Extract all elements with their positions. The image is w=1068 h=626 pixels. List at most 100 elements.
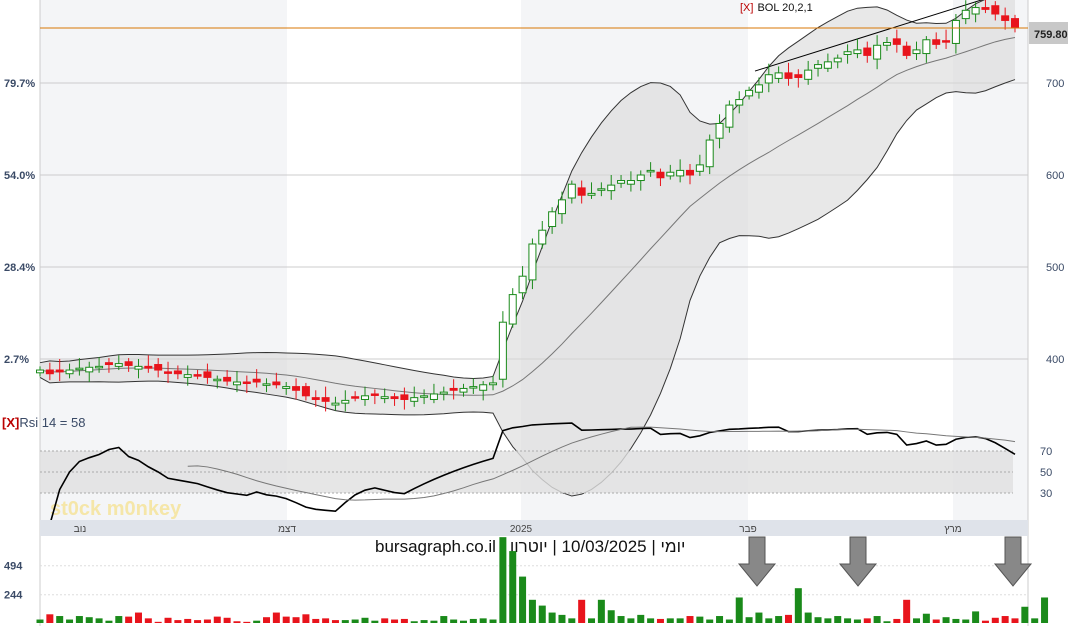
candle-body bbox=[863, 47, 872, 56]
candle-body bbox=[942, 40, 951, 43]
candle-body bbox=[154, 364, 163, 371]
candle-body bbox=[676, 169, 685, 177]
volume-bar bbox=[292, 617, 300, 623]
chart-svg: 400 2.7% 500 28.4% 600 54.0% 700 79.7% 30 50 70 244… bbox=[2, 0, 1068, 626]
candle-body bbox=[420, 395, 429, 398]
volume-bar bbox=[873, 616, 881, 623]
volume-bar bbox=[450, 619, 458, 623]
candle-body bbox=[804, 69, 813, 80]
volume-bar bbox=[656, 618, 664, 623]
volume-bar bbox=[46, 614, 54, 623]
volume-bar bbox=[253, 620, 261, 623]
volume-bar bbox=[125, 616, 133, 623]
volume-bar bbox=[341, 620, 349, 623]
rsi-tick: 30 bbox=[1040, 488, 1052, 500]
candle-body bbox=[528, 243, 537, 281]
candle-body bbox=[626, 180, 635, 185]
candle-body bbox=[232, 381, 241, 386]
volume-bar bbox=[775, 616, 783, 623]
volume-bar bbox=[499, 537, 507, 623]
volume-bar bbox=[686, 616, 694, 623]
candle-body bbox=[1001, 15, 1010, 21]
volume-bar bbox=[56, 616, 64, 623]
volume-bar bbox=[824, 618, 832, 623]
arrow-down-icon bbox=[838, 536, 878, 587]
candle-body bbox=[341, 399, 350, 404]
candle-body bbox=[981, 7, 990, 10]
volume-bar bbox=[233, 621, 241, 623]
candle-body bbox=[735, 99, 744, 106]
volume-bar bbox=[716, 616, 724, 623]
volume-bar bbox=[814, 617, 822, 623]
volume-bar bbox=[66, 619, 74, 623]
volume-bar bbox=[844, 618, 852, 623]
month-label: נוב bbox=[74, 524, 87, 535]
volume-bar bbox=[1021, 606, 1029, 623]
volume-bar bbox=[282, 616, 290, 623]
month-label: פבר bbox=[739, 524, 756, 535]
bol-label[interactable]: [X] BOL 20,2,1 bbox=[740, 2, 813, 14]
volume-tick: 494 bbox=[4, 561, 23, 573]
candle-body bbox=[272, 381, 281, 386]
candle-body bbox=[292, 386, 301, 391]
candle-body bbox=[213, 378, 222, 382]
candle-body bbox=[173, 370, 182, 375]
candle-body bbox=[774, 72, 783, 79]
candle-body bbox=[469, 386, 478, 389]
volume-bar bbox=[558, 614, 566, 623]
candle-body bbox=[951, 19, 960, 44]
candle-body bbox=[489, 382, 498, 386]
time-axis bbox=[40, 520, 1028, 536]
volume-bar bbox=[213, 616, 221, 623]
volume-bar bbox=[863, 618, 871, 623]
candle-body bbox=[410, 397, 419, 402]
volume-bar bbox=[804, 612, 812, 623]
volume-bar bbox=[676, 618, 684, 623]
volume-bar bbox=[509, 551, 517, 623]
volume-bar bbox=[75, 616, 83, 623]
candle-body bbox=[144, 365, 153, 369]
candle-body bbox=[36, 369, 44, 374]
volume-bar bbox=[765, 618, 773, 623]
candle-body bbox=[617, 180, 626, 184]
candle-body bbox=[548, 211, 557, 228]
candle-body bbox=[715, 122, 724, 139]
volume-bar bbox=[725, 619, 733, 623]
candle-body bbox=[351, 396, 360, 399]
volume-bar bbox=[913, 618, 921, 623]
footer-text: יומי | 10/03/2025 | יוטרון | bursagraph.… bbox=[375, 537, 685, 556]
candle-body bbox=[814, 64, 823, 69]
candle-body bbox=[331, 402, 340, 406]
volume-bar bbox=[784, 614, 792, 623]
month-label: 2025 bbox=[510, 524, 533, 535]
volume-bar bbox=[184, 618, 192, 623]
candle-body bbox=[666, 171, 675, 177]
volume-bar bbox=[568, 618, 576, 623]
candle-body bbox=[695, 164, 704, 172]
volume-bar bbox=[223, 617, 231, 623]
candle-body bbox=[971, 7, 980, 15]
candle-body bbox=[361, 395, 369, 400]
volume-bar bbox=[962, 619, 970, 623]
rsi-label[interactable]: [X]Rsi 14 = 58 bbox=[2, 415, 85, 430]
volume-bar bbox=[440, 616, 448, 623]
candle-body bbox=[853, 49, 862, 55]
candle-body bbox=[882, 42, 891, 46]
volume-bar bbox=[430, 620, 438, 623]
candle-body bbox=[390, 396, 399, 400]
volume-bar bbox=[420, 620, 428, 623]
volume-bar bbox=[351, 619, 359, 623]
candle-body bbox=[114, 363, 123, 367]
price-tick: 500 bbox=[1046, 262, 1064, 274]
watermark: st0ck m0nkey bbox=[50, 498, 182, 520]
candle-body bbox=[794, 74, 803, 78]
candle-body bbox=[134, 365, 143, 370]
candle-body bbox=[370, 393, 379, 396]
candle-body bbox=[242, 381, 251, 384]
volume-bar bbox=[972, 611, 980, 623]
volume-bar bbox=[1011, 618, 1019, 623]
volume-bar bbox=[991, 617, 999, 623]
candle-body bbox=[538, 229, 547, 245]
volume-bar bbox=[893, 618, 901, 623]
candle-body bbox=[1011, 18, 1019, 29]
